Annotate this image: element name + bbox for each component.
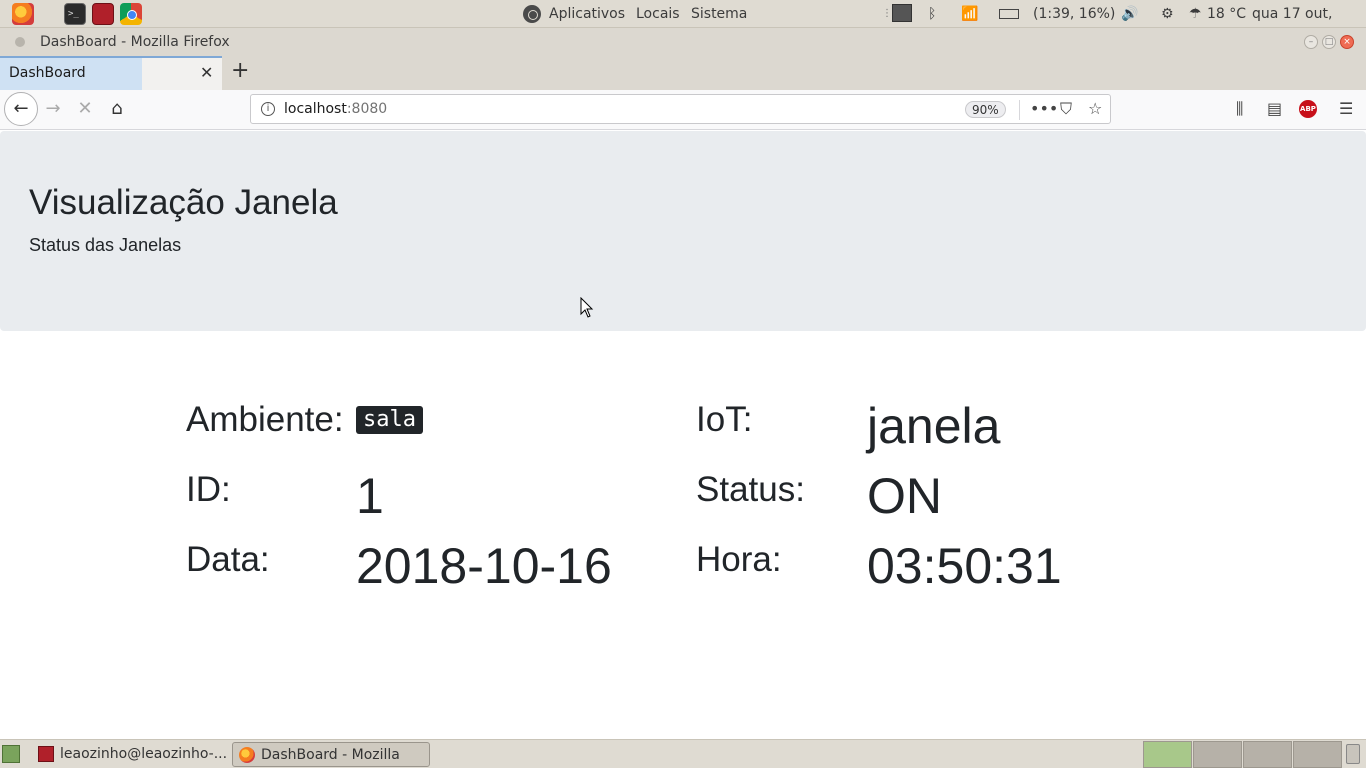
status-label: Status: (696, 470, 805, 509)
menu-aplicativos[interactable]: Aplicativos (549, 0, 625, 28)
tab-strip: DashBoard ✕ + (0, 56, 1366, 90)
minimize-icon[interactable]: – (1304, 35, 1318, 49)
tab-label: DashBoard (9, 65, 86, 81)
url-bar[interactable]: i localhost:8080 90% ••• ⛉ ☆ (250, 94, 1111, 124)
taskbar-item-terminal[interactable]: leaozinho@leaozinho-... (32, 742, 228, 767)
url-text[interactable]: localhost:8080 (284, 101, 387, 117)
stop-icon[interactable]: ✕ (73, 98, 97, 120)
mouse-cursor-icon (580, 297, 594, 318)
library-icon[interactable]: ⫼ (1236, 99, 1243, 119)
back-arrow-icon[interactable]: ← (4, 92, 38, 126)
battery-icon[interactable] (999, 9, 1019, 19)
ambiente-label: Ambiente: (186, 400, 344, 439)
site-info-icon[interactable]: i (261, 102, 275, 116)
taskbar-item-firefox[interactable]: DashBoard - Mozilla Fi... (232, 742, 430, 767)
firefox-launcher-icon[interactable] (12, 3, 34, 25)
workspace-1[interactable] (1143, 741, 1192, 768)
hamburger-menu-icon[interactable]: ☰ (1339, 99, 1353, 118)
workspace-4[interactable] (1293, 741, 1342, 768)
page-title: Visualização Janela (29, 183, 338, 222)
id-label: ID: (186, 470, 231, 509)
url-bar-divider (1019, 100, 1020, 120)
page-header-jumbotron: Visualização Janela Status das Janelas (0, 131, 1366, 331)
app-launcher-icon[interactable] (92, 3, 114, 25)
settings-icon[interactable]: ⚙ (1161, 0, 1174, 28)
window-titlebar[interactable]: DashBoard - Mozilla Firefox – □ × (0, 28, 1366, 56)
sidebar-icon[interactable]: ▤ (1267, 99, 1282, 118)
trash-icon[interactable] (1346, 744, 1360, 764)
home-icon[interactable]: ⌂ (105, 98, 129, 120)
taskbar-item-label: DashBoard - Mozilla Fi... (261, 747, 400, 763)
chrome-launcher-icon[interactable] (120, 3, 142, 25)
monitor-icon[interactable] (892, 4, 912, 22)
volume-icon[interactable]: 🔊 (1121, 0, 1138, 28)
weather-temperature: 18 °C (1207, 6, 1247, 22)
taskbar-item-label: leaozinho@leaozinho-... (60, 746, 228, 762)
hora-value: 03:50:31 (867, 538, 1062, 594)
weather-icon: ☂ (1189, 6, 1202, 22)
id-value: 1 (356, 468, 384, 524)
tab-dashboard[interactable]: DashBoard ✕ (0, 56, 222, 90)
iot-label: IoT: (696, 400, 753, 439)
firefox-icon (239, 747, 255, 763)
maximize-icon[interactable]: □ (1322, 35, 1336, 49)
forward-arrow-icon[interactable]: → (41, 98, 65, 120)
terminal-icon (38, 746, 54, 762)
bluetooth-icon[interactable]: ᛒ (928, 0, 936, 28)
system-bottom-panel: leaozinho@leaozinho-... DashBoard - Mozi… (0, 739, 1366, 768)
iot-value: janela (867, 398, 1001, 454)
clock[interactable]: qua 17 out, 21:29 (1252, 0, 1366, 50)
new-tab-icon[interactable]: + (231, 58, 249, 83)
hora-label: Hora: (696, 540, 782, 579)
adblock-plus-icon[interactable]: ABP (1299, 100, 1317, 118)
page-actions-icon[interactable]: ••• (1030, 99, 1058, 118)
navigation-toolbar: ← → ✕ ⌂ i localhost:8080 90% ••• ⛉ ☆ ⫼ ▤… (0, 90, 1366, 130)
data-value: 2018-10-16 (356, 538, 612, 594)
bookmark-star-icon[interactable]: ☆ (1088, 99, 1102, 118)
url-host: localhost (284, 101, 347, 117)
close-window-icon[interactable]: × (1340, 35, 1354, 49)
menu-sistema[interactable]: Sistema (691, 0, 747, 28)
drag-handle-icon: ⋮ (882, 8, 892, 19)
battery-status-text: (1:39, 16%) (1033, 6, 1116, 22)
menu-locais[interactable]: Locais (636, 0, 680, 28)
close-tab-icon[interactable]: ✕ (200, 63, 213, 82)
page-subtitle: Status das Janelas (29, 235, 182, 255)
zoom-level-badge[interactable]: 90% (965, 101, 1006, 118)
workspace-2[interactable] (1193, 741, 1242, 768)
window-menu-icon[interactable] (15, 37, 25, 47)
workspace-3[interactable] (1243, 741, 1292, 768)
show-desktop-icon[interactable] (2, 745, 20, 763)
pocket-icon[interactable]: ⛉ (1060, 99, 1072, 119)
ambiente-value: sala (356, 406, 423, 434)
data-label: Data: (186, 540, 270, 579)
status-value: ON (867, 468, 942, 524)
ubuntu-logo-icon (523, 5, 541, 23)
wifi-icon[interactable]: 📶 (961, 0, 978, 28)
url-port: :8080 (346, 101, 388, 117)
terminal-launcher-icon[interactable] (64, 3, 86, 25)
window-title: DashBoard - Mozilla Firefox (40, 34, 230, 50)
system-top-panel: Aplicativos Locais Sistema ⋮ ᛒ 📶 (1:39, … (0, 0, 1366, 50)
